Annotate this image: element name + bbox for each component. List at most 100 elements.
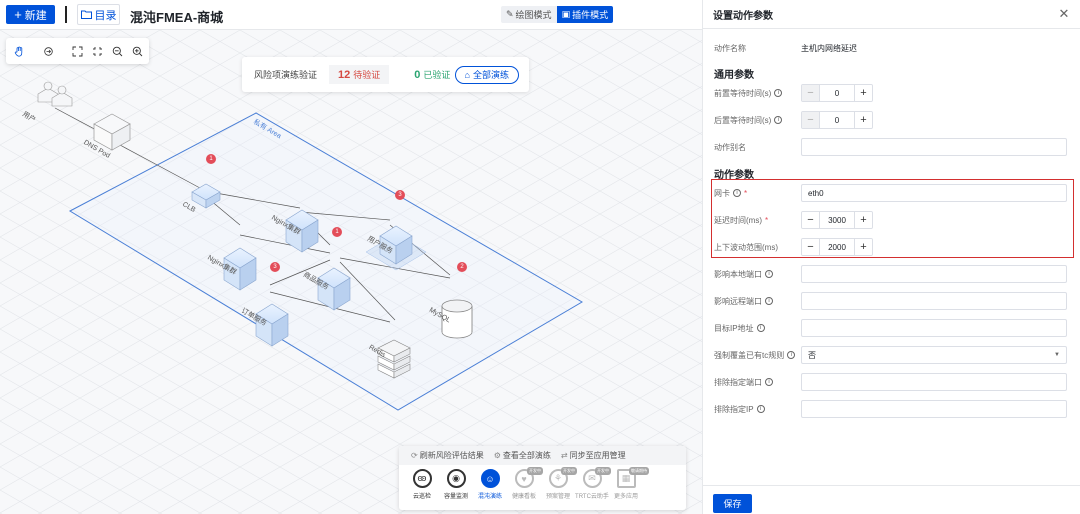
remote-port-input[interactable]	[801, 292, 1067, 310]
fit-screen-icon[interactable]	[92, 46, 103, 57]
app-name: TRTC云助手	[575, 494, 609, 500]
canvas-toolbar	[6, 38, 149, 64]
close-icon[interactable]: ✕	[1058, 6, 1070, 22]
pending-count[interactable]: 12 待验证	[329, 65, 390, 84]
decrement-button[interactable]: −	[802, 85, 819, 101]
link-icon[interactable]	[43, 46, 54, 57]
plugin-mode-tab[interactable]: ▣ 插件模式	[556, 6, 614, 23]
plugin-icon: ▣	[561, 9, 571, 19]
force-tc-value: 否	[808, 350, 816, 360]
draw-mode-label: 绘图模式	[515, 10, 552, 20]
nic-label: 网卡	[714, 188, 730, 198]
toolbar-divider	[65, 6, 67, 23]
all-drill-button[interactable]: ⌂ 全部演练	[454, 65, 519, 84]
zoom-in-icon[interactable]	[132, 46, 143, 57]
risk-verification-card: 风险项演练验证 12 待验证 0 已验证 ⌂ 全部演练	[242, 57, 529, 92]
order-service-risk-badge[interactable]: 3	[270, 262, 280, 272]
plugin-mode-label: 插件模式	[572, 10, 609, 20]
decrement-button[interactable]: −	[802, 112, 819, 128]
nic-row: 网卡 i * eth0	[714, 184, 1067, 202]
info-icon[interactable]: i	[765, 270, 773, 278]
info-icon[interactable]: i	[787, 351, 796, 359]
app-cloud-inspection[interactable]: ꙭ 云巡检	[405, 469, 439, 500]
force-tc-row: 强制覆盖已有tc规则 i 否 ▼	[714, 346, 1067, 364]
info-icon[interactable]: i	[756, 405, 765, 413]
post-wait-input[interactable]: 0	[819, 112, 855, 128]
sync-app-action[interactable]: ⇄ 同步至应用管理	[561, 450, 626, 461]
diagram-graphics	[0, 30, 702, 514]
product-service-risk-badge[interactable]: 1	[332, 227, 342, 237]
info-icon[interactable]: i	[765, 378, 773, 386]
verified-count[interactable]: 0 已验证	[414, 68, 450, 81]
info-icon[interactable]: i	[774, 116, 783, 124]
zoom-out-icon[interactable]	[112, 46, 123, 57]
app-capacity-monitor[interactable]: ◉ 容量监测	[439, 469, 473, 500]
app-tag: 敬请期待	[629, 467, 649, 475]
hand-icon[interactable]	[14, 46, 25, 57]
increment-button[interactable]: +	[855, 112, 872, 128]
decrement-button[interactable]: −	[802, 212, 819, 228]
exclude-ip-input[interactable]	[801, 400, 1067, 418]
mode-switch: ✎ 绘图模式 ▣ 插件模式	[501, 6, 614, 23]
local-port-row: 影响本地端口 i	[714, 265, 1067, 283]
increment-button[interactable]: +	[855, 239, 872, 255]
delay-label: 延迟时间(ms)	[714, 215, 762, 225]
delay-row: 延迟时间(ms) * − 3000 +	[714, 211, 873, 229]
target-ip-input[interactable]	[801, 319, 1067, 337]
local-port-label-wrap: 影响本地端口 i	[714, 269, 801, 280]
post-wait-stepper: − 0 +	[801, 111, 873, 129]
force-tc-select[interactable]: 否 ▼	[801, 346, 1067, 364]
eye-icon: ◉	[446, 469, 466, 488]
local-port-input[interactable]	[801, 265, 1067, 283]
increment-button[interactable]: +	[855, 85, 872, 101]
app-panel-actions: ⟳ 刷新风险评估结果 ⚙ 查看全部演练 ⇄ 同步至应用管理	[399, 446, 686, 465]
catalog-button[interactable]: 目录	[77, 4, 120, 25]
delay-input[interactable]: 3000	[819, 212, 855, 228]
info-icon[interactable]: i	[756, 324, 765, 332]
force-tc-label: 强制覆盖已有tc规则	[714, 350, 785, 360]
nic-input[interactable]: eth0	[801, 184, 1067, 202]
app-chaos-drill[interactable]: ☺ 混沌演练	[473, 469, 507, 500]
app-name: 容量监测	[443, 494, 468, 500]
alias-input[interactable]	[801, 138, 1067, 156]
general-params-title: 通用参数	[714, 70, 754, 81]
exclude-port-row: 排除指定端口 i	[714, 373, 1067, 391]
app-more[interactable]: ▦ 更多应用 敬请期待	[609, 467, 649, 500]
target-ip-row: 目标IP地址 i	[714, 319, 1067, 337]
delay-label-wrap: 延迟时间(ms) *	[714, 215, 801, 226]
app-trtc-assistant[interactable]: ✉ TRTC云助手 开发中	[575, 467, 611, 500]
fullscreen-icon[interactable]	[72, 46, 83, 57]
view-drills-action[interactable]: ⚙ 查看全部演练	[494, 450, 551, 461]
exclude-ip-label-wrap: 排除指定IP i	[714, 404, 801, 415]
increment-button[interactable]: +	[855, 212, 872, 228]
refresh-risk-action[interactable]: ⟳ 刷新风险评估结果	[411, 450, 484, 461]
pre-wait-input[interactable]: 0	[819, 85, 855, 101]
clb-risk-badge[interactable]: 1	[206, 154, 216, 164]
exclude-port-input[interactable]	[801, 373, 1067, 391]
save-button[interactable]: 保存	[713, 494, 752, 513]
info-icon[interactable]: i	[733, 189, 741, 197]
sync-icon: ⇄	[560, 451, 568, 460]
info-icon[interactable]: i	[774, 89, 783, 97]
exclude-ip-row: 排除指定IP i	[714, 400, 1067, 418]
user-service-risk-badge[interactable]: 3	[395, 190, 405, 200]
app-plan-management[interactable]: ⚘ 预案管理 开发中	[541, 467, 577, 500]
app-name: 预案管理	[545, 494, 570, 500]
jitter-input[interactable]: 2000	[819, 239, 855, 255]
info-icon[interactable]: i	[765, 297, 773, 305]
panel-footer: 保存	[703, 485, 1080, 514]
draw-mode-tab[interactable]: ✎ 绘图模式	[501, 6, 557, 23]
mysql-risk-badge[interactable]: 2	[457, 262, 467, 272]
view-drills-label: 查看全部演练	[502, 451, 551, 460]
diagram-canvas[interactable]: 风险项演练验证 12 待验证 0 已验证 ⌂ 全部演练 用户 DNS Pod 私…	[0, 30, 702, 514]
exclude-port-label: 排除指定端口	[714, 377, 762, 387]
decrement-button[interactable]: −	[802, 239, 819, 255]
app-health-board[interactable]: ♥ 健康看板 开发中	[507, 467, 543, 500]
new-button[interactable]: + 新建	[6, 5, 55, 24]
exclude-ip-label: 排除指定IP	[714, 404, 754, 414]
panel-title: 设置动作参数	[713, 10, 773, 22]
robot-icon: ☺	[480, 469, 500, 488]
alias-label: 动作别名	[714, 142, 746, 152]
verified-label: 已验证	[423, 70, 451, 80]
exclude-port-label-wrap: 排除指定端口 i	[714, 377, 801, 388]
